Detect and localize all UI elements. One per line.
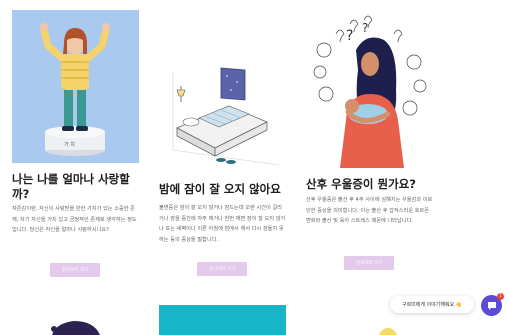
chat-prompt-bubble[interactable]: 구르미에게 이야기해줘요 👋 [390, 296, 474, 313]
card-description: 산후 우울증은 출산 후 4주 사이에 심해지는 우울감과 이로 인한 증상을 … [306, 197, 433, 224]
test-card-postpartum[interactable]: ? ? 산후 우울증이 뭔가요? 산후 우울증은 출산 후 4주 사이에 심해지… [306, 10, 433, 280]
chat-unread-count: 1 [499, 294, 502, 299]
svg-text:?: ? [362, 21, 368, 35]
start-test-button[interactable]: 검사하러 가기 [197, 262, 247, 276]
test-card-self-love[interactable]: 가 치 나는 나를 얼마나 사랑할까? 자존감이란, 자신이 사랑받을 만한 가… [12, 10, 139, 280]
start-test-button[interactable]: 검사하러 가기 [50, 263, 100, 277]
self-love-illustration-icon: 가 치 [12, 10, 139, 163]
postpartum-mother-illustration-icon: ? ? [306, 10, 433, 168]
card-description: 자존감이란, 자신이 사랑받을 만한 가치가 있는 소중한 존재, 자기 자신을… [12, 206, 137, 233]
test-card-insomnia[interactable]: 밤에 잠이 잘 오지 않아요 불면증은 잠이 잘 오지 않거나 잠드는데 오랜 … [159, 10, 286, 280]
svg-text:?: ? [346, 28, 353, 44]
svg-text:가 치: 가 치 [64, 141, 75, 148]
next-card-image-1[interactable] [12, 305, 139, 335]
chat-prompt-text: 구르미에게 이야기해줘요 👋 [401, 302, 462, 308]
insomnia-bed-illustration-icon [159, 10, 286, 173]
next-card-image-2[interactable] [159, 305, 286, 335]
card-title: 산후 우울증이 뭔가요? [306, 177, 416, 191]
chat-unread-badge: 1 [497, 293, 504, 300]
start-test-button[interactable]: 검사하러 가기 [344, 256, 394, 270]
card-title: 나는 나를 얼마나 사랑할까? [12, 172, 130, 201]
card-title: 밤에 잠이 잘 오지 않아요 [159, 182, 281, 196]
card-description: 불면증은 잠이 잘 오지 않거나 잠드는데 오랜 시간이 걸리거나 잠을 중간에… [159, 205, 286, 243]
chat-icon [487, 301, 496, 310]
